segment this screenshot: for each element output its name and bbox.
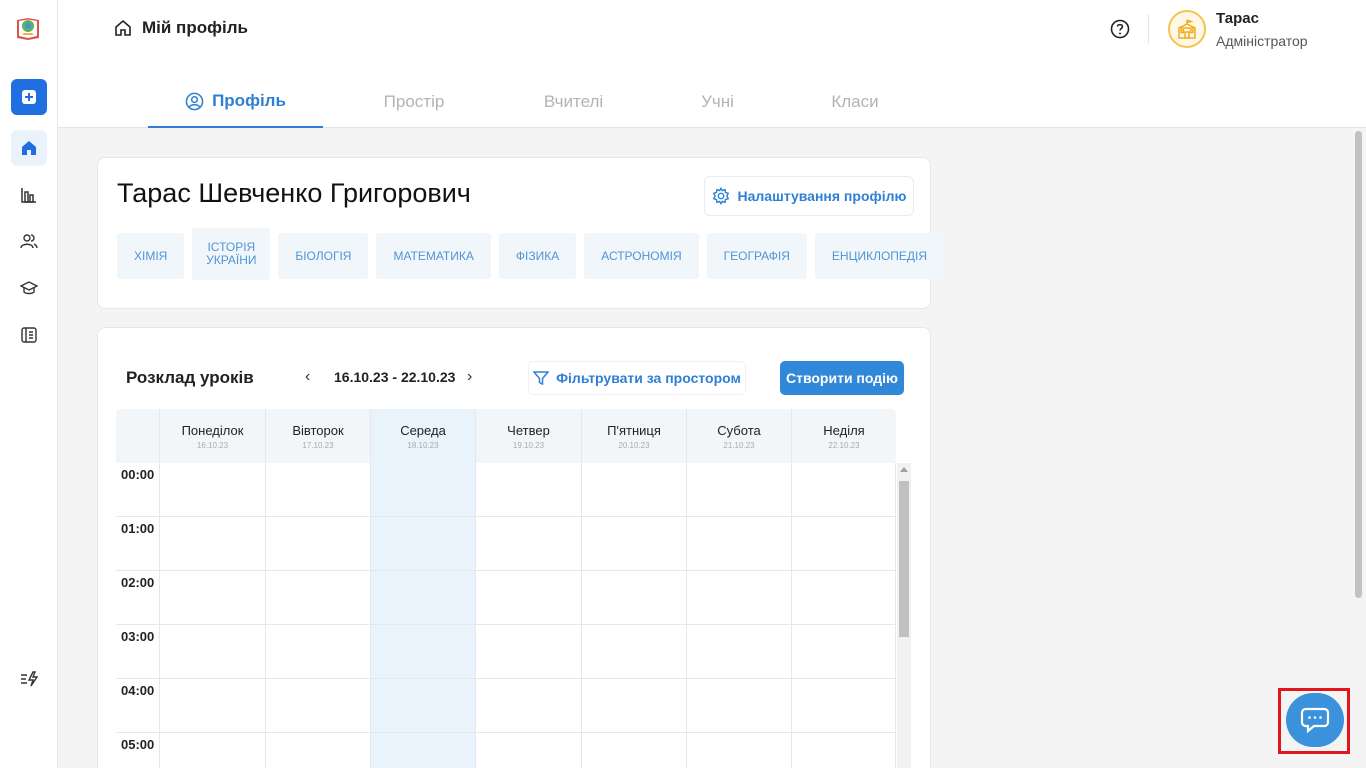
prev-week-button[interactable]: ‹ [305, 368, 310, 386]
sidebar-item-classes[interactable] [11, 270, 47, 306]
scrollbar-thumb[interactable] [899, 481, 909, 637]
graduation-cap-icon [20, 281, 38, 295]
create-event-button[interactable]: Створити подію [780, 361, 904, 395]
subject-tag[interactable]: ЕНЦИКЛОПЕДІЯ [814, 233, 945, 279]
week-days-header: Понеділок 16.10.23 Вівторок 17.10.23 Сер… [116, 409, 896, 463]
sidebar-item-updates[interactable] [11, 661, 47, 697]
tab-space[interactable]: Простір [323, 76, 505, 128]
page-title: Мій профіль [142, 18, 248, 37]
header-divider [1148, 14, 1149, 44]
day-header: Понеділок 16.10.23 [159, 409, 265, 463]
sidebar-item-home[interactable] [11, 130, 47, 166]
subject-tag[interactable]: ГЕОГРАФІЯ [706, 233, 807, 279]
book-icon [21, 327, 37, 343]
hour-row: 04:00 [116, 679, 896, 733]
next-week-button[interactable]: › [467, 368, 472, 386]
filter-icon [533, 371, 550, 386]
subject-list: ХІМІЯ ІСТОРІЯ УКРАЇНИ БІОЛОГІЯ МАТЕМАТИК… [117, 228, 945, 280]
subject-tag[interactable]: ФІЗИКА [498, 233, 577, 279]
schedule-scrollbar[interactable] [897, 463, 911, 768]
sidebar-item-users[interactable] [11, 223, 47, 259]
subject-tag[interactable]: АСТРОНОМІЯ [584, 233, 699, 279]
home-icon [115, 19, 131, 36]
day-header: Неділя 22.10.23 [791, 409, 896, 463]
tab-teachers[interactable]: Вчителі [505, 76, 642, 128]
user-role: Адміністратор [1216, 33, 1308, 49]
home-icon [22, 141, 36, 155]
subject-tag[interactable]: МАТЕМАТИКА [376, 233, 491, 279]
hour-row: 03:00 [116, 625, 896, 679]
add-icon [22, 90, 36, 104]
tab-profile[interactable]: Профіль [148, 76, 323, 128]
help-icon[interactable] [1110, 19, 1130, 39]
header: Мій профіль Тарас Адміністратор Профіль … [58, 0, 1366, 128]
page-scrollbar[interactable] [1355, 131, 1362, 598]
lightning-icon [21, 671, 38, 687]
add-button[interactable] [11, 79, 47, 115]
filter-by-space-button[interactable]: Фільтрувати за простором [528, 361, 746, 395]
hour-row: 01:00 [116, 517, 896, 571]
sidebar-item-stats[interactable] [11, 177, 47, 213]
tab-bar: Профіль Простір Вчителі Учні Класи [148, 76, 917, 128]
scroll-up-icon[interactable] [900, 467, 908, 472]
school-icon [1178, 19, 1196, 39]
chat-icon [1300, 707, 1330, 734]
schedule-grid: 00:00 01:00 02:00 03:00 04:00 05:00 [116, 463, 896, 768]
day-header: П'ятниця 20.10.23 [581, 409, 686, 463]
day-header: Субота 21.10.23 [686, 409, 791, 463]
logo-icon[interactable] [14, 14, 42, 42]
users-icon [20, 234, 38, 249]
hour-row: 02:00 [116, 571, 896, 625]
breadcrumb[interactable]: Мій профіль [114, 18, 248, 38]
profile-name: Тарас Шевченко Григорович [117, 178, 471, 208]
subject-tag[interactable]: ХІМІЯ [117, 233, 185, 279]
day-header: Четвер 19.10.23 [475, 409, 581, 463]
user-circle-icon [185, 92, 204, 110]
tab-students[interactable]: Учні [642, 76, 793, 128]
day-header-today: Середа 18.10.23 [370, 409, 475, 463]
profile-settings-button[interactable]: Налаштування профілю [704, 176, 914, 216]
schedule-card: Розклад уроків ‹ 16.10.23 - 22.10.23 › Ф… [97, 327, 931, 768]
sidebar [0, 0, 58, 768]
week-range: 16.10.23 - 22.10.23 [334, 369, 456, 385]
avatar[interactable] [1168, 10, 1206, 48]
user-name[interactable]: Тарас [1216, 10, 1259, 27]
gear-icon [712, 187, 729, 205]
chat-button[interactable] [1286, 693, 1344, 747]
tab-classes[interactable]: Класи [793, 76, 917, 128]
hour-row: 00:00 [116, 463, 896, 517]
subject-tag[interactable]: ІСТОРІЯ УКРАЇНИ [192, 228, 271, 280]
hour-row: 05:00 [116, 733, 896, 768]
sidebar-item-journal[interactable] [11, 317, 47, 353]
day-header: Вівторок 17.10.23 [265, 409, 370, 463]
profile-card: Тарас Шевченко Григорович Налаштування п… [97, 157, 945, 309]
schedule-title: Розклад уроків [126, 368, 254, 387]
chart-icon [21, 188, 36, 203]
subject-tag[interactable]: БІОЛОГІЯ [278, 233, 369, 279]
